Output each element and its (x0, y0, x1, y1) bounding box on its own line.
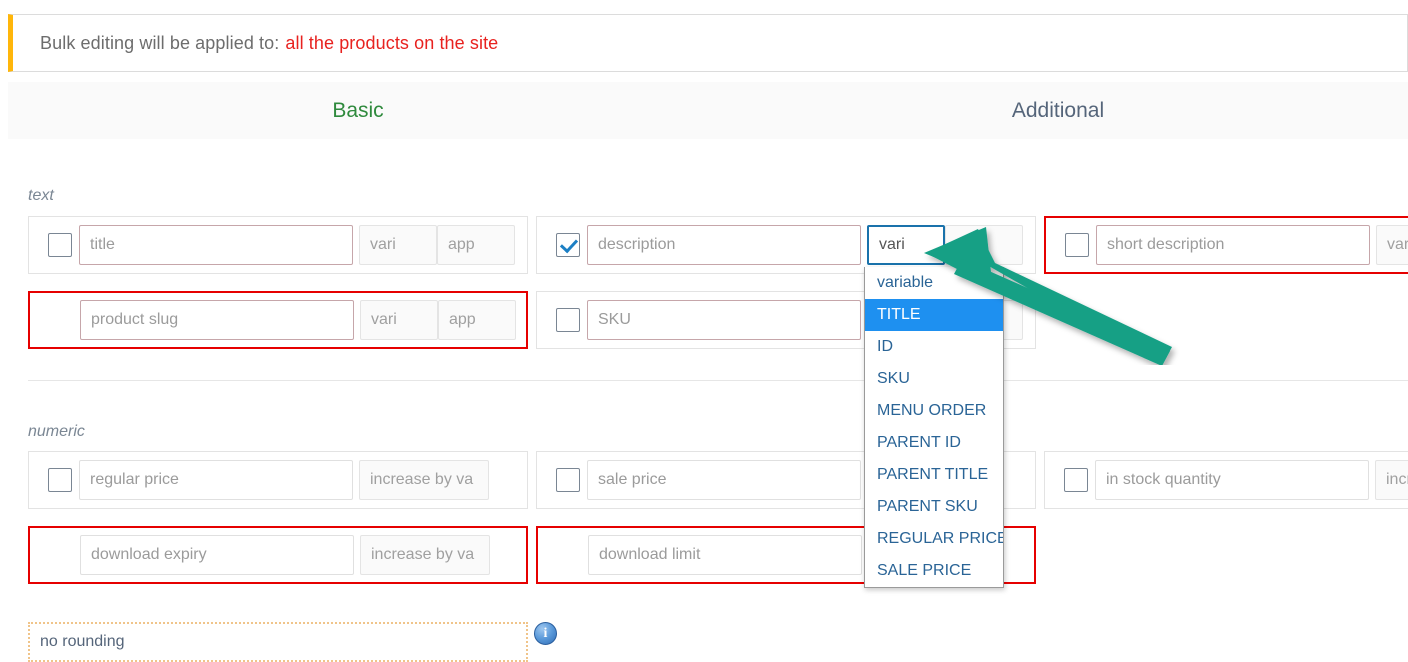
dropdown-item-regular-price[interactable]: REGULAR PRICE (865, 523, 1003, 555)
select-title-apply[interactable]: app (437, 225, 515, 265)
input-in-stock-quantity[interactable] (1095, 460, 1369, 500)
section-label-text: text (28, 187, 54, 205)
description-checkbox-wrap (549, 233, 587, 257)
select-in-stock-quantity-operation[interactable]: incr (1375, 460, 1408, 500)
input-short-description[interactable] (1096, 225, 1370, 265)
select-download-expiry-operation[interactable]: increase by va (360, 535, 490, 575)
rounding-label: no rounding (40, 633, 125, 651)
field-row-regular-price: increase by va (28, 451, 528, 509)
input-download-expiry[interactable] (80, 535, 354, 575)
select-description-apply[interactable]: app (945, 225, 1023, 265)
title-checkbox-wrap (41, 233, 79, 257)
dropdown-item-menu-order[interactable]: MENU ORDER (865, 395, 1003, 427)
checkbox-regular-price[interactable] (48, 468, 72, 492)
banner-prefix-text: Bulk editing will be applied to: (40, 33, 279, 54)
checkbox-sku[interactable] (556, 308, 580, 332)
checkbox-title[interactable] (48, 233, 72, 257)
dropdown-item-parent-id[interactable]: PARENT ID (865, 427, 1003, 459)
variable-dropdown-menu[interactable]: variableTITLEIDSKUMENU ORDERPARENT IDPAR… (864, 267, 1004, 588)
input-description[interactable] (587, 225, 861, 265)
dropdown-item-sale-price[interactable]: SALE PRICE (865, 555, 1003, 587)
select-regular-price-operation[interactable]: increase by va (359, 460, 489, 500)
checkbox-description[interactable] (556, 233, 580, 257)
short-description-checkbox-wrap (1058, 233, 1096, 257)
dropdown-item-sku[interactable]: SKU (865, 363, 1003, 395)
select-product-slug-apply[interactable]: app (438, 300, 516, 340)
input-sku[interactable] (587, 300, 861, 340)
field-row-product-slug: vari app (28, 291, 528, 349)
field-row-description: vari app (536, 216, 1036, 274)
input-regular-price[interactable] (79, 460, 353, 500)
checkbox-sale-price[interactable] (556, 468, 580, 492)
select-short-description-variable[interactable]: var (1376, 225, 1408, 265)
input-product-slug[interactable] (80, 300, 354, 340)
sale-price-checkbox-wrap (549, 468, 587, 492)
info-icon[interactable]: i (534, 622, 557, 645)
dropdown-item-id[interactable]: ID (865, 331, 1003, 363)
rounding-select[interactable]: no rounding (28, 622, 528, 662)
field-row-download-expiry: increase by va (28, 526, 528, 584)
tab-bar: Basic Additional (8, 82, 1408, 139)
input-sale-price[interactable] (587, 460, 861, 500)
select-description-variable[interactable]: vari (867, 225, 945, 265)
banner-scope-target: all the products on the site (285, 33, 498, 54)
field-row-short-description: var app (1044, 216, 1408, 274)
bulk-edit-scope-banner: Bulk editing will be applied to: all the… (8, 14, 1408, 72)
regular-price-checkbox-wrap (41, 468, 79, 492)
tab-basic[interactable]: Basic (8, 100, 708, 121)
section-label-numeric: numeric (28, 423, 85, 441)
section-divider (28, 380, 1408, 381)
input-download-limit[interactable] (588, 535, 862, 575)
checkbox-short-description[interactable] (1065, 233, 1089, 257)
select-title-variable[interactable]: vari (359, 225, 437, 265)
dropdown-item-variable[interactable]: variable (865, 267, 1003, 299)
dropdown-item-parent-title[interactable]: PARENT TITLE (865, 459, 1003, 491)
sku-checkbox-wrap (549, 308, 587, 332)
in-stock-quantity-checkbox-wrap (1057, 468, 1095, 492)
field-row-in-stock-quantity: incr (1044, 451, 1408, 509)
field-row-title: vari app (28, 216, 528, 274)
dropdown-item-parent-sku[interactable]: PARENT SKU (865, 491, 1003, 523)
dropdown-item-title[interactable]: TITLE (865, 299, 1003, 331)
tab-additional[interactable]: Additional (708, 100, 1408, 121)
input-title[interactable] (79, 225, 353, 265)
checkbox-in-stock-quantity[interactable] (1064, 468, 1088, 492)
select-product-slug-variable[interactable]: vari (360, 300, 438, 340)
